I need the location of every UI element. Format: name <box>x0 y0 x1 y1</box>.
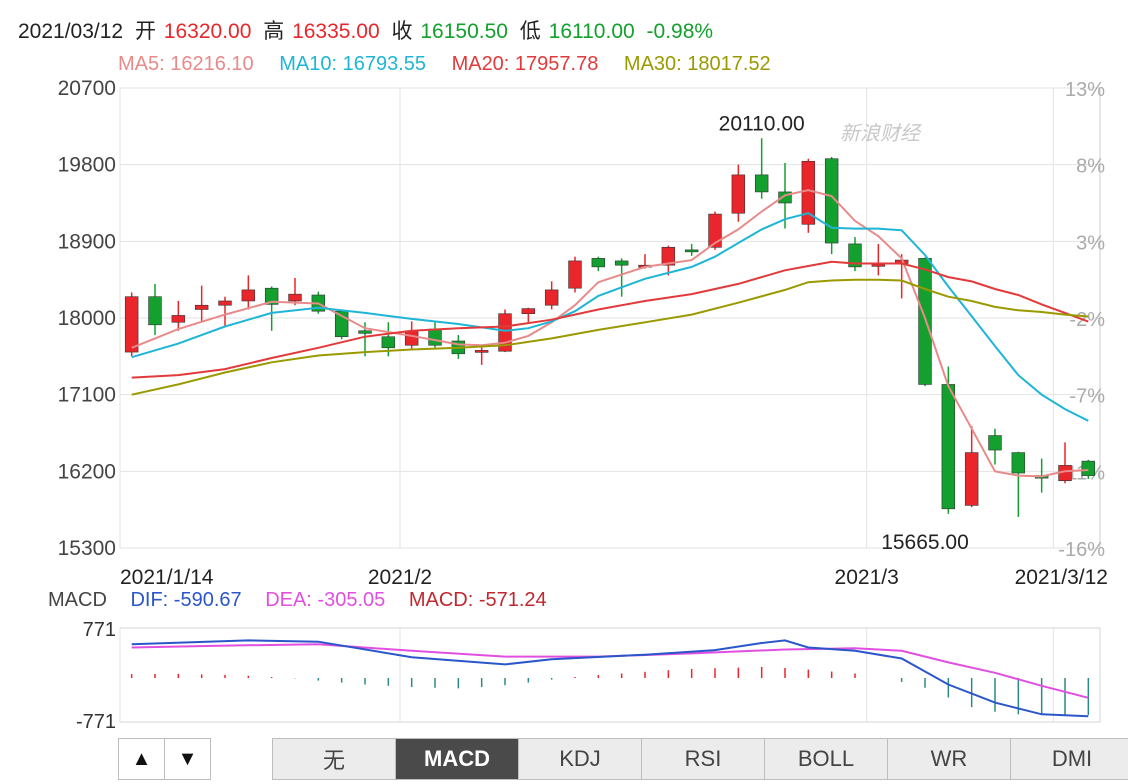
y-tick-label: 16200 <box>58 460 116 483</box>
candle-up <box>404 330 419 346</box>
candle-down <box>988 435 1002 451</box>
candle-down <box>614 260 629 266</box>
y-tick-label: 18000 <box>58 307 116 330</box>
ma30-legend: MA30: 18017.52 <box>623 53 771 75</box>
pct-tick-label: -16% <box>1058 539 1105 561</box>
candle-up <box>871 264 886 267</box>
macd-y-max-label: 771 <box>83 619 116 641</box>
candle-up <box>964 452 979 506</box>
scroll-down-button[interactable]: ▼ <box>164 738 211 780</box>
change-value: -0.98% <box>646 20 714 43</box>
candle-up <box>568 260 582 289</box>
macd-frame <box>119 627 1101 723</box>
y-tick-label: 17100 <box>58 384 116 407</box>
tab-none-label: 无 <box>322 748 345 773</box>
price-annotation: 15665.00 <box>881 531 969 554</box>
tab-boll[interactable]: BOLL <box>764 738 888 780</box>
dif-line <box>131 639 1089 718</box>
watermark-logo: 新浪财经 <box>840 121 922 145</box>
x-tick-label: 2021/1/14 <box>120 566 214 589</box>
price-annotation: 20110.00 <box>719 112 805 135</box>
x-tick-label: 2021/3 <box>835 566 899 589</box>
pct-tick-label: 8% <box>1076 156 1105 178</box>
candle-up <box>288 293 302 302</box>
candle-up <box>521 308 536 315</box>
open-value: 16320.00 <box>163 20 252 43</box>
ma-legend: MA5: 16216.10 MA10: 16793.55 MA20: 17957… <box>118 52 791 76</box>
ma5-legend: MA5: 16216.10 <box>118 53 254 75</box>
tab-kdj-label: KDJ <box>559 746 601 771</box>
tab-none[interactable]: 无 <box>272 738 396 780</box>
open-label: 开 <box>134 20 156 43</box>
high-label: 高 <box>263 20 285 43</box>
close-label: 收 <box>391 20 413 43</box>
tab-dmi-label: DMI <box>1051 746 1093 771</box>
candle-up <box>124 296 139 353</box>
candle-down <box>591 258 606 268</box>
tab-wr-label: WR <box>930 746 968 771</box>
candle-up <box>241 289 256 302</box>
triangle-up-icon: ▲ <box>131 747 152 770</box>
dif-legend: DIF: -590.67 <box>130 589 242 611</box>
pct-tick-label: -7% <box>1069 386 1105 408</box>
candle-up <box>171 315 186 323</box>
low-label: 低 <box>519 20 541 43</box>
tab-rsi[interactable]: RSI <box>641 738 765 780</box>
tab-kdj[interactable]: KDJ <box>518 738 642 780</box>
dea-line <box>131 643 1089 699</box>
candle-down <box>1081 460 1096 476</box>
ma20-legend: MA20: 17957.78 <box>451 53 599 75</box>
macd-title: MACD <box>48 589 107 611</box>
tab-macd-label: MACD <box>424 746 490 771</box>
pct-tick-label: 13% <box>1065 79 1105 101</box>
pct-tick-label: 3% <box>1076 232 1105 254</box>
candle-up <box>474 350 489 353</box>
x-tick-label: 2021/2 <box>368 566 432 589</box>
date-label: 2021/03/12 <box>18 20 124 43</box>
y-tick-label: 15300 <box>58 537 116 560</box>
candle-down <box>684 249 699 253</box>
candle-down <box>1011 452 1026 474</box>
macd-legend: MACD DIF: -590.67 DEA: -305.05 MACD: -57… <box>48 588 565 612</box>
pct-tick-label: -2% <box>1069 309 1105 331</box>
tab-rsi-label: RSI <box>684 746 722 771</box>
candle-up <box>544 289 559 306</box>
dea-legend: DEA: -305.05 <box>265 589 386 611</box>
candle-down <box>754 174 769 193</box>
candle-down <box>918 258 932 385</box>
close-value: 16150.50 <box>420 20 508 43</box>
y-tick-label: 19800 <box>58 154 116 177</box>
candlestick-chart: 20700 19800 18900 18000 17100 16200 15300 13% 8%… <box>58 77 1108 733</box>
x-tick-label: 2021/3/12 <box>1015 566 1108 589</box>
tab-boll-label: BOLL <box>797 746 855 771</box>
indicator-tabs: ▲ ▼ 无 MACD KDJ RSI BOLL WR DMI <box>118 738 1128 780</box>
triangle-down-icon: ▼ <box>177 747 198 770</box>
high-value: 16335.00 <box>292 20 380 43</box>
candle-down <box>148 296 162 326</box>
low-value: 16110.00 <box>548 20 635 43</box>
candle-up <box>731 174 746 214</box>
candle-up <box>218 300 232 306</box>
macd-value-legend: MACD: -571.24 <box>408 589 547 611</box>
ma10-legend: MA10: 16793.55 <box>279 53 426 75</box>
tab-dmi[interactable]: DMI <box>1010 738 1128 780</box>
candle-down <box>358 330 372 334</box>
candle-up <box>194 304 209 310</box>
candle-down <box>941 384 956 510</box>
tab-wr[interactable]: WR <box>887 738 1011 780</box>
macd-y-min-label: -771 <box>76 711 116 733</box>
scroll-up-button[interactable]: ▲ <box>118 738 165 780</box>
y-tick-label: 18900 <box>58 230 116 253</box>
y-tick-label: 20700 <box>58 77 116 100</box>
price-info-row: 2021/03/12 开 16320.00 高 16335.00 收 16150… <box>18 20 719 44</box>
candle-down <box>381 336 396 349</box>
tab-macd[interactable]: MACD <box>395 738 519 780</box>
candle-down <box>428 328 442 346</box>
